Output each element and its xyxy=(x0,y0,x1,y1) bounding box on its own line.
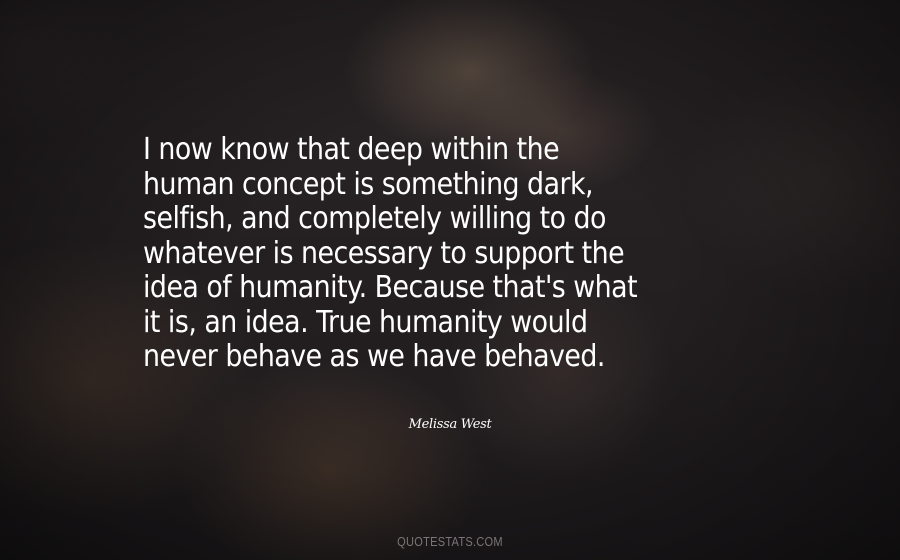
quote-card: I now know that deep within the human co… xyxy=(0,0,900,560)
quote-line: whatever is necessary to support the xyxy=(143,235,625,271)
quote-line: it is, an idea. True humanity would xyxy=(143,304,588,340)
quote-line: idea of humanity. Because that's what xyxy=(143,270,638,305)
quote-line: selfish, and completely willing to do xyxy=(143,201,606,236)
site-watermark: QUOTESTATS.COM xyxy=(397,534,503,549)
quote-line: I now know that deep within the xyxy=(143,132,560,167)
quote-author[interactable]: Melissa West xyxy=(0,417,900,432)
quote-text: I now know that deep within the human co… xyxy=(143,132,706,375)
quote-line: human concept is something dark, xyxy=(143,166,594,202)
quote-line: never behave as we have behaved. xyxy=(143,339,605,374)
